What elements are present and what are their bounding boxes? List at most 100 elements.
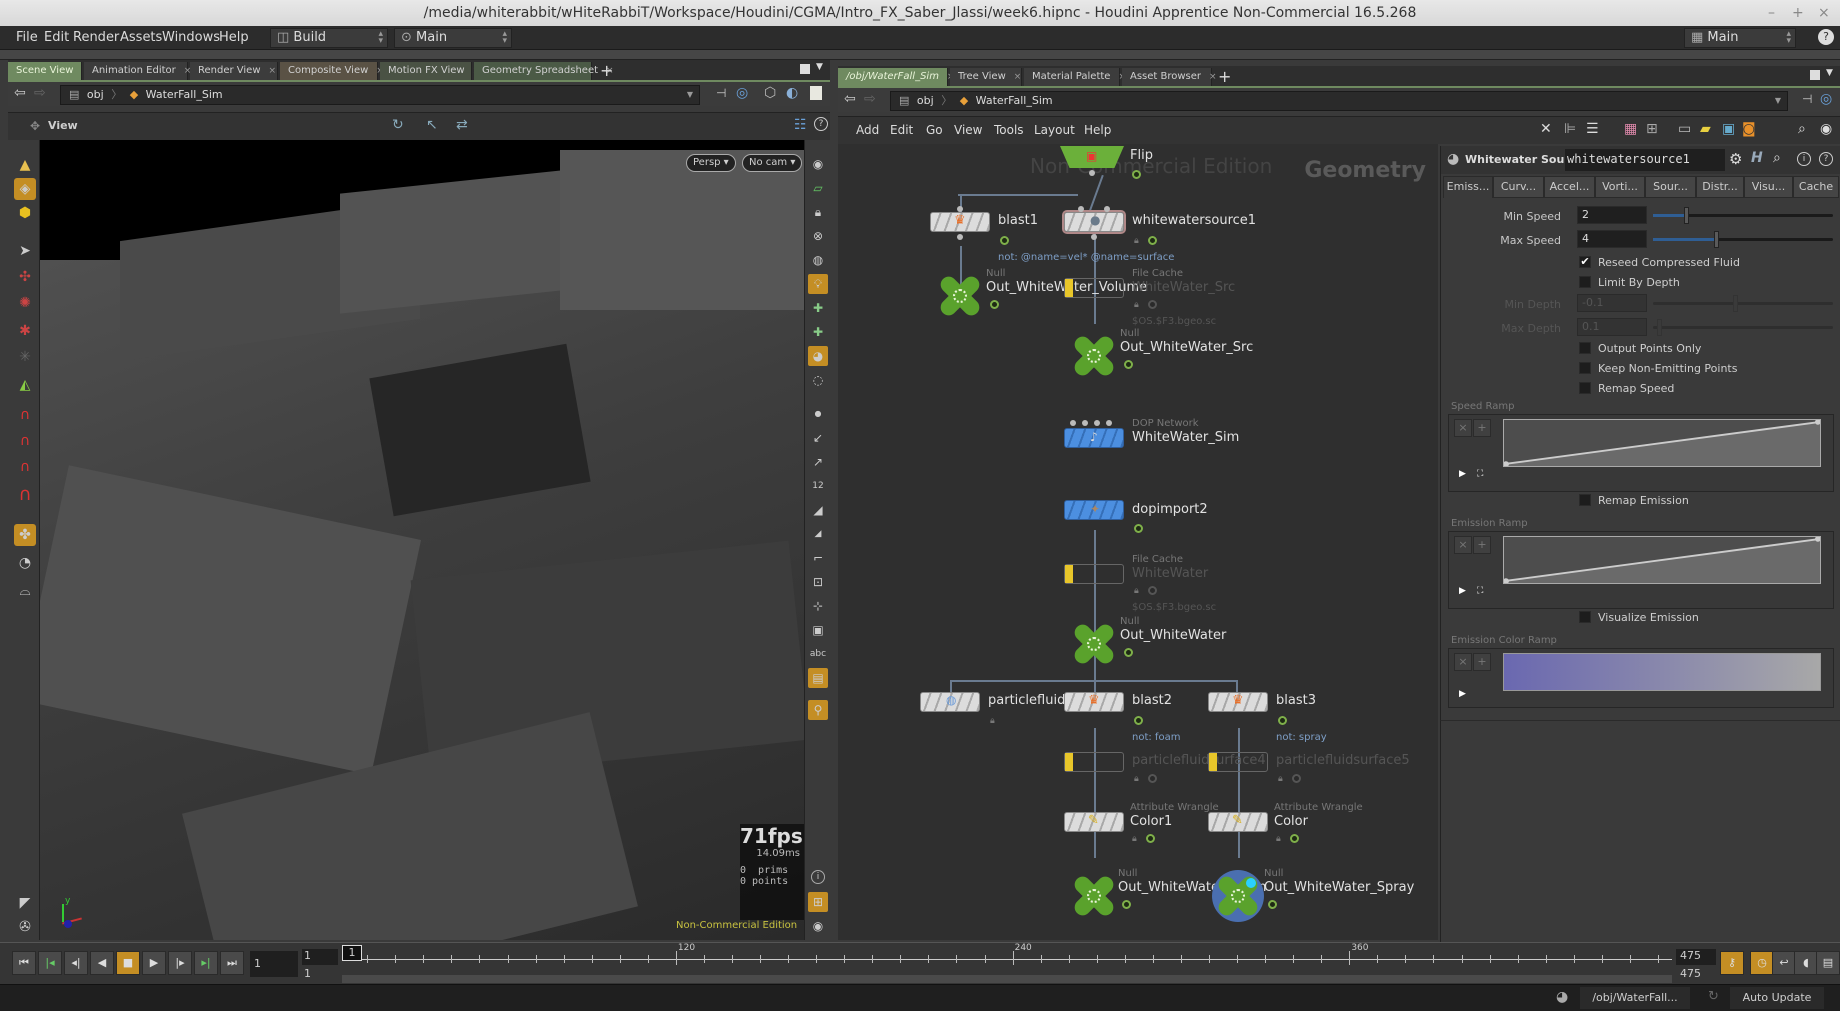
tree-icon[interactable]: ⊫ bbox=[1564, 121, 1576, 137]
object-mode-icon[interactable]: ▲ bbox=[14, 154, 36, 176]
param-tab-curvature[interactable]: Curv... bbox=[1493, 176, 1544, 198]
desktop-select[interactable]: ◫ Build ▴ ▾ bbox=[270, 28, 388, 48]
handle-tool-icon[interactable]: ◭ bbox=[14, 374, 36, 396]
reseed-checkbox[interactable]: ✔ bbox=[1579, 256, 1591, 268]
light-add-icon[interactable]: ✚ bbox=[808, 298, 828, 318]
menu-add[interactable]: Add bbox=[856, 123, 879, 137]
grid-icon[interactable]: ⊞ bbox=[1646, 121, 1658, 137]
path-waterfall-sim[interactable]: WaterFall_Sim bbox=[146, 88, 223, 101]
min-speed-field[interactable]: 2 bbox=[1577, 206, 1647, 224]
min-depth-slider[interactable] bbox=[1653, 295, 1833, 312]
pin-icon[interactable]: ⊣ bbox=[1802, 92, 1812, 106]
ramp-add-icon[interactable]: + bbox=[1473, 653, 1491, 671]
scene-viewport[interactable]: Persp ▾ No cam ▾ 71fps 14.09ms 0 prims 0… bbox=[40, 140, 804, 940]
keep-non-emitting-checkbox[interactable] bbox=[1579, 362, 1591, 374]
network-path-field[interactable]: ▤ obj 〉 ◆ WaterFall_Sim ▼ bbox=[890, 91, 1788, 111]
link-icon[interactable]: ◎ bbox=[736, 85, 748, 101]
max-speed-field[interactable]: 4 bbox=[1577, 230, 1647, 248]
range-start-field[interactable]: 1 bbox=[302, 967, 311, 980]
max-depth-field[interactable]: 0.1 bbox=[1577, 318, 1647, 336]
camera-icon[interactable]: ⬡ bbox=[764, 85, 776, 101]
image-add-icon[interactable]: ▣ bbox=[1722, 121, 1735, 137]
render-icon[interactable]: ◤ bbox=[14, 892, 36, 914]
display-options-icon[interactable]: ☷ bbox=[794, 117, 807, 133]
param-tab-source[interactable]: Sour... bbox=[1645, 176, 1696, 198]
menu-edit[interactable]: Edit bbox=[44, 30, 69, 45]
output-points-only-checkbox[interactable] bbox=[1579, 342, 1591, 354]
bbox-icon[interactable]: ⊡ bbox=[808, 572, 828, 592]
eye-icon[interactable]: ◉ bbox=[1820, 121, 1832, 137]
menu-render[interactable]: Render bbox=[73, 30, 119, 45]
visualize-emission-checkbox[interactable] bbox=[1579, 611, 1591, 623]
ramp-expand-icon[interactable]: ▶ bbox=[1459, 469, 1466, 479]
help-icon[interactable]: ? bbox=[1818, 29, 1834, 45]
dynamics-mode-icon[interactable]: ⬢ bbox=[14, 202, 36, 224]
profile-icon[interactable]: ⌐ bbox=[808, 548, 828, 568]
ramp-add-icon[interactable]: + bbox=[1473, 536, 1491, 554]
tumble-icon[interactable]: ↻ bbox=[392, 117, 404, 133]
tab-motion-fx-view[interactable]: Motion FX View× bbox=[380, 62, 480, 80]
add-tab-icon[interactable]: + bbox=[600, 61, 613, 80]
visibility-icon[interactable]: ◉ bbox=[808, 154, 828, 174]
update-mode-select[interactable]: Auto Update bbox=[1730, 987, 1824, 1009]
pose-tool-icon[interactable]: ✳ bbox=[14, 346, 36, 368]
path-field[interactable]: ▤ obj 〉 ◆ WaterFall_Sim ▼ bbox=[60, 85, 700, 105]
prim-numbers-icon[interactable]: ◢ bbox=[808, 524, 828, 544]
play-button[interactable]: ▶ bbox=[142, 951, 166, 975]
step-back-button[interactable]: ◂| bbox=[64, 951, 88, 975]
shading-icon[interactable]: ◍ bbox=[808, 250, 828, 270]
snap-curve-icon[interactable]: ∩ bbox=[14, 430, 36, 452]
ramp-delete-icon[interactable]: × bbox=[1454, 536, 1472, 554]
view-options-icon[interactable]: ✥ bbox=[30, 119, 40, 133]
frame-ruler[interactable]: 120 240 360 bbox=[342, 943, 1672, 971]
help-icon[interactable]: ? bbox=[1819, 152, 1833, 166]
headlight-icon[interactable]: 💡︎ bbox=[808, 274, 828, 294]
tab-render-view[interactable]: Render View × bbox=[190, 62, 278, 80]
lock-icon[interactable]: 🔒︎ bbox=[808, 202, 828, 222]
reel-icon[interactable]: ✇ bbox=[14, 916, 36, 938]
info-icon[interactable]: i bbox=[1797, 152, 1811, 166]
geometry-mode-icon[interactable]: ◈ bbox=[14, 178, 36, 200]
backface-icon[interactable]: ▣ bbox=[808, 620, 828, 640]
min-speed-slider[interactable] bbox=[1653, 207, 1833, 224]
view-camera-icon[interactable]: ◔ bbox=[14, 552, 36, 574]
ramp-delete-icon[interactable]: × bbox=[1454, 419, 1472, 437]
info-icon[interactable]: i bbox=[811, 870, 825, 884]
list-icon[interactable]: ☰ bbox=[1586, 121, 1599, 137]
add-tab-icon[interactable]: + bbox=[1218, 67, 1231, 86]
pane-menu-icon[interactable] bbox=[800, 64, 810, 74]
swap-icon[interactable]: ⇄ bbox=[456, 117, 468, 133]
wireframe-icon[interactable]: ▱ bbox=[808, 178, 828, 198]
minimize-button[interactable]: – bbox=[1768, 0, 1775, 26]
viewport-layout-icon[interactable]: ⊞ bbox=[808, 892, 828, 912]
tab-network-waterfall-sim[interactable]: /obj/WaterFall_Sim× bbox=[838, 68, 955, 86]
color-ramp-gradient[interactable] bbox=[1503, 653, 1821, 691]
color-palette-icon[interactable]: ▦ bbox=[1624, 121, 1637, 137]
camera-button[interactable]: No cam ▾ bbox=[742, 154, 803, 172]
audio-button[interactable]: ◖ bbox=[1794, 951, 1818, 975]
select-icon[interactable]: ↖ bbox=[426, 117, 438, 133]
current-frame-field[interactable]: 1 bbox=[250, 951, 298, 977]
speed-ramp-curve[interactable] bbox=[1503, 419, 1821, 467]
menu-edit[interactable]: Edit bbox=[890, 123, 913, 137]
sticky-note-icon[interactable]: ▰ bbox=[1700, 121, 1711, 137]
tab-geometry-spreadsheet[interactable]: Geometry Spreadsheet × bbox=[474, 62, 614, 80]
remap-speed-checkbox[interactable] bbox=[1579, 382, 1591, 394]
light-bulb-icon[interactable]: ⚲ bbox=[808, 700, 828, 720]
menu-windows[interactable]: Windows bbox=[162, 30, 220, 45]
global-anim-options-button[interactable]: ▤ bbox=[1816, 951, 1840, 975]
shelf-set-select[interactable]: ⊙ Main ▴ ▾ bbox=[394, 28, 512, 48]
light-icon[interactable]: ◐ bbox=[786, 85, 798, 101]
stop-button[interactable]: ■ bbox=[116, 951, 140, 975]
persp-button[interactable]: Persp ▾ bbox=[686, 154, 736, 172]
param-tab-emission[interactable]: Emiss... bbox=[1443, 176, 1493, 198]
prim-normals-icon[interactable]: ◢ bbox=[808, 500, 828, 520]
close-button[interactable]: × bbox=[1818, 0, 1830, 26]
start-frame-field[interactable]: 1 bbox=[302, 949, 338, 965]
eye-icon[interactable]: ◉ bbox=[808, 916, 828, 936]
ramp-expand-icon[interactable]: ▶ bbox=[1459, 586, 1466, 596]
step-forward-button[interactable]: |▸ bbox=[168, 951, 192, 975]
min-depth-field[interactable]: -0.1 bbox=[1577, 294, 1647, 312]
tab-animation-editor[interactable]: Animation Editor × bbox=[84, 62, 191, 80]
menu-file[interactable]: File bbox=[16, 30, 38, 45]
